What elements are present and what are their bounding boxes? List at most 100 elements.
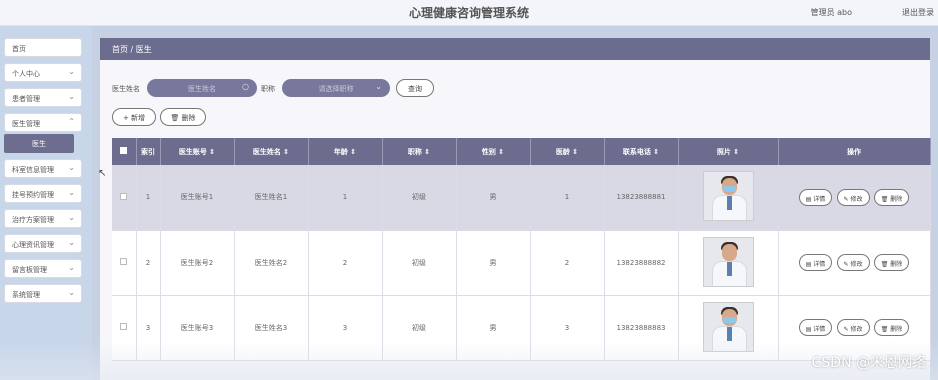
chevron-down-icon: ⌄ bbox=[68, 288, 75, 297]
column-header[interactable]: 照片 ⇕ bbox=[678, 138, 779, 165]
sidebar-item-system[interactable]: 系统管理 ⌄ bbox=[4, 284, 82, 303]
search-icon: ○ bbox=[242, 82, 249, 91]
sidebar-item-label: 心理资讯管理 bbox=[12, 241, 54, 249]
sidebar-item-label: 患者管理 bbox=[12, 95, 40, 103]
row-checkbox[interactable] bbox=[112, 295, 137, 361]
sidebar: 首页 个人中心 ⌄ 患者管理 ⌄ 医生管理 ⌃ 医生 科室信息管理 ⌄ 挂号预约… bbox=[0, 26, 92, 380]
row-checkbox[interactable] bbox=[112, 165, 137, 231]
table-row[interactable]: 1 医生账号1 医生姓名1 1 初级 男 1 13823888881 ▤ 详情 bbox=[112, 165, 931, 231]
sidebar-item-label: 治疗方案管理 bbox=[12, 216, 54, 224]
sidebar-item-label: 个人中心 bbox=[12, 70, 40, 78]
cell-gender: 男 bbox=[456, 165, 531, 231]
doctor-photo bbox=[702, 301, 754, 352]
cell-index: 1 bbox=[136, 165, 161, 231]
column-header: 操作 bbox=[778, 138, 931, 165]
sidebar-subitem-doctor[interactable]: 医生 bbox=[4, 134, 74, 153]
query-button[interactable]: 查询 bbox=[396, 79, 434, 97]
column-header[interactable]: 医生姓名 ⇕ bbox=[234, 138, 309, 165]
cell-actions: ▤ 详情 ✎ 修改 🗑 删除 bbox=[778, 165, 931, 231]
breadcrumb: 首页 / 医生 bbox=[100, 38, 930, 60]
column-header[interactable]: 医生账号 ⇕ bbox=[160, 138, 235, 165]
cell-age: 3 bbox=[308, 295, 383, 361]
table-header-row: 索引 医生账号 ⇕ 医生姓名 ⇕ 年龄 ⇕ 职称 ⇕ 性别 ⇕ 医龄 ⇕ 联系电… bbox=[112, 138, 931, 165]
trash-icon: 🗑 bbox=[170, 114, 180, 122]
sidebar-item-label: 科室信息管理 bbox=[12, 166, 54, 174]
detail-button[interactable]: ▤ 详情 bbox=[798, 254, 833, 271]
select-all-checkbox[interactable] bbox=[112, 138, 137, 165]
edit-button[interactable]: ✎ 修改 bbox=[836, 188, 870, 206]
title-select[interactable]: 请选择职称 ⌄ bbox=[282, 79, 390, 97]
cell-name: 医生姓名2 bbox=[234, 230, 309, 296]
chevron-down-icon: ⌄ bbox=[68, 213, 75, 222]
delete-row-button[interactable]: 🗑 删除 bbox=[873, 188, 910, 206]
detail-button[interactable]: ▤ 详情 bbox=[798, 188, 833, 206]
cell-photo bbox=[678, 295, 779, 361]
sidebar-item-label: 挂号预约管理 bbox=[12, 191, 54, 199]
chevron-down-icon: ⌄ bbox=[68, 92, 75, 101]
cell-photo bbox=[678, 165, 779, 231]
sidebar-item-home[interactable]: 首页 bbox=[4, 38, 82, 57]
sidebar-item-label: 留言板管理 bbox=[12, 266, 47, 274]
delete-row-button[interactable]: 🗑 删除 bbox=[873, 254, 910, 271]
doctor-name-input[interactable]: 医生姓名 ○ bbox=[147, 79, 257, 97]
cell-phone: 13823888882 bbox=[604, 230, 679, 296]
sidebar-item-appointments[interactable]: 挂号预约管理 ⌄ bbox=[4, 184, 82, 203]
cell-phone: 13823888881 bbox=[604, 165, 679, 231]
cell-age: 2 bbox=[308, 230, 383, 296]
doctor-name-label: 医生姓名 bbox=[112, 85, 140, 93]
watermark: CSDN @米恩网络 bbox=[811, 355, 926, 371]
delete-row-button[interactable]: 🗑 删除 bbox=[873, 319, 910, 336]
edit-button[interactable]: ✎ 修改 bbox=[836, 254, 870, 271]
chevron-down-icon: ⌄ bbox=[68, 188, 75, 197]
cell-account: 医生账号1 bbox=[160, 165, 235, 231]
cell-index: 3 bbox=[136, 295, 161, 361]
column-header[interactable]: 医龄 ⇕ bbox=[530, 138, 605, 165]
cell-account: 医生账号2 bbox=[160, 230, 235, 296]
main-content: 首页 / 医生 医生姓名 医生姓名 ○ 职称 请选择职称 ⌄ 查询 + 新增 🗑… bbox=[92, 26, 938, 380]
sidebar-item-label: 首页 bbox=[12, 45, 26, 53]
cell-actions: ▤ 详情 ✎ 修改 🗑 删除 bbox=[778, 295, 931, 361]
column-header[interactable]: 职称 ⇕ bbox=[382, 138, 457, 165]
detail-button[interactable]: ▤ 详情 bbox=[798, 319, 833, 336]
doctor-table: 索引 医生账号 ⇕ 医生姓名 ⇕ 年龄 ⇕ 职称 ⇕ 性别 ⇕ 医龄 ⇕ 联系电… bbox=[112, 138, 931, 361]
column-header[interactable]: 联系电话 ⇕ bbox=[604, 138, 679, 165]
cell-photo bbox=[678, 230, 779, 296]
table-row[interactable]: 2 医生账号2 医生姓名2 2 初级 男 2 13823888882 ▤ 详情 bbox=[112, 230, 931, 296]
cell-actions: ▤ 详情 ✎ 修改 🗑 删除 bbox=[778, 230, 931, 296]
content-panel: 首页 / 医生 医生姓名 医生姓名 ○ 职称 请选择职称 ⌄ 查询 + 新增 🗑… bbox=[100, 38, 931, 380]
sidebar-item-label: 医生管理 bbox=[12, 120, 40, 128]
cell-gender: 男 bbox=[456, 230, 531, 296]
sidebar-item-treatments[interactable]: 治疗方案管理 ⌄ bbox=[4, 209, 82, 228]
row-checkbox[interactable] bbox=[112, 230, 137, 296]
top-header: 心理健康咨询管理系统 管理员 abo 退出登录 bbox=[0, 0, 938, 26]
cell-age: 1 bbox=[308, 165, 383, 231]
app-title: 心理健康咨询管理系统 bbox=[408, 6, 529, 20]
cell-title: 初级 bbox=[382, 230, 457, 296]
sidebar-item-label: 系统管理 bbox=[12, 291, 40, 299]
column-header[interactable]: 年龄 ⇕ bbox=[308, 138, 383, 165]
cell-index: 2 bbox=[136, 230, 161, 296]
sidebar-item-patients[interactable]: 患者管理 ⌄ bbox=[4, 88, 82, 107]
cell-account: 医生账号3 bbox=[160, 295, 235, 361]
chevron-down-icon: ⌄ bbox=[68, 67, 75, 76]
sidebar-item-doctors[interactable]: 医生管理 ⌃ bbox=[4, 113, 82, 132]
chevron-down-icon: ⌄ bbox=[68, 263, 75, 272]
sidebar-item-messages[interactable]: 留言板管理 ⌄ bbox=[4, 259, 82, 278]
cell-phone: 13823888883 bbox=[604, 295, 679, 361]
table-row[interactable]: 3 医生账号3 医生姓名3 3 初级 男 3 13823888883 ▤ 详情 bbox=[112, 295, 931, 361]
cell-years: 3 bbox=[530, 295, 605, 361]
current-user: 管理员 abo bbox=[810, 8, 852, 17]
cell-years: 1 bbox=[530, 165, 605, 231]
sidebar-item-personal[interactable]: 个人中心 ⌄ bbox=[4, 63, 82, 82]
add-button[interactable]: + 新增 bbox=[112, 108, 156, 126]
doctor-photo bbox=[702, 171, 754, 222]
column-header: 索引 bbox=[136, 138, 161, 165]
sidebar-item-news[interactable]: 心理资讯管理 ⌄ bbox=[4, 234, 82, 253]
edit-button[interactable]: ✎ 修改 bbox=[836, 319, 870, 336]
logout-link[interactable]: 退出登录 bbox=[902, 7, 934, 18]
cell-name: 医生姓名3 bbox=[234, 295, 309, 361]
column-header[interactable]: 性别 ⇕ bbox=[456, 138, 531, 165]
sidebar-item-departments[interactable]: 科室信息管理 ⌄ bbox=[4, 159, 82, 178]
delete-button[interactable]: 🗑 删除 bbox=[160, 108, 206, 126]
cell-title: 初级 bbox=[382, 295, 457, 361]
